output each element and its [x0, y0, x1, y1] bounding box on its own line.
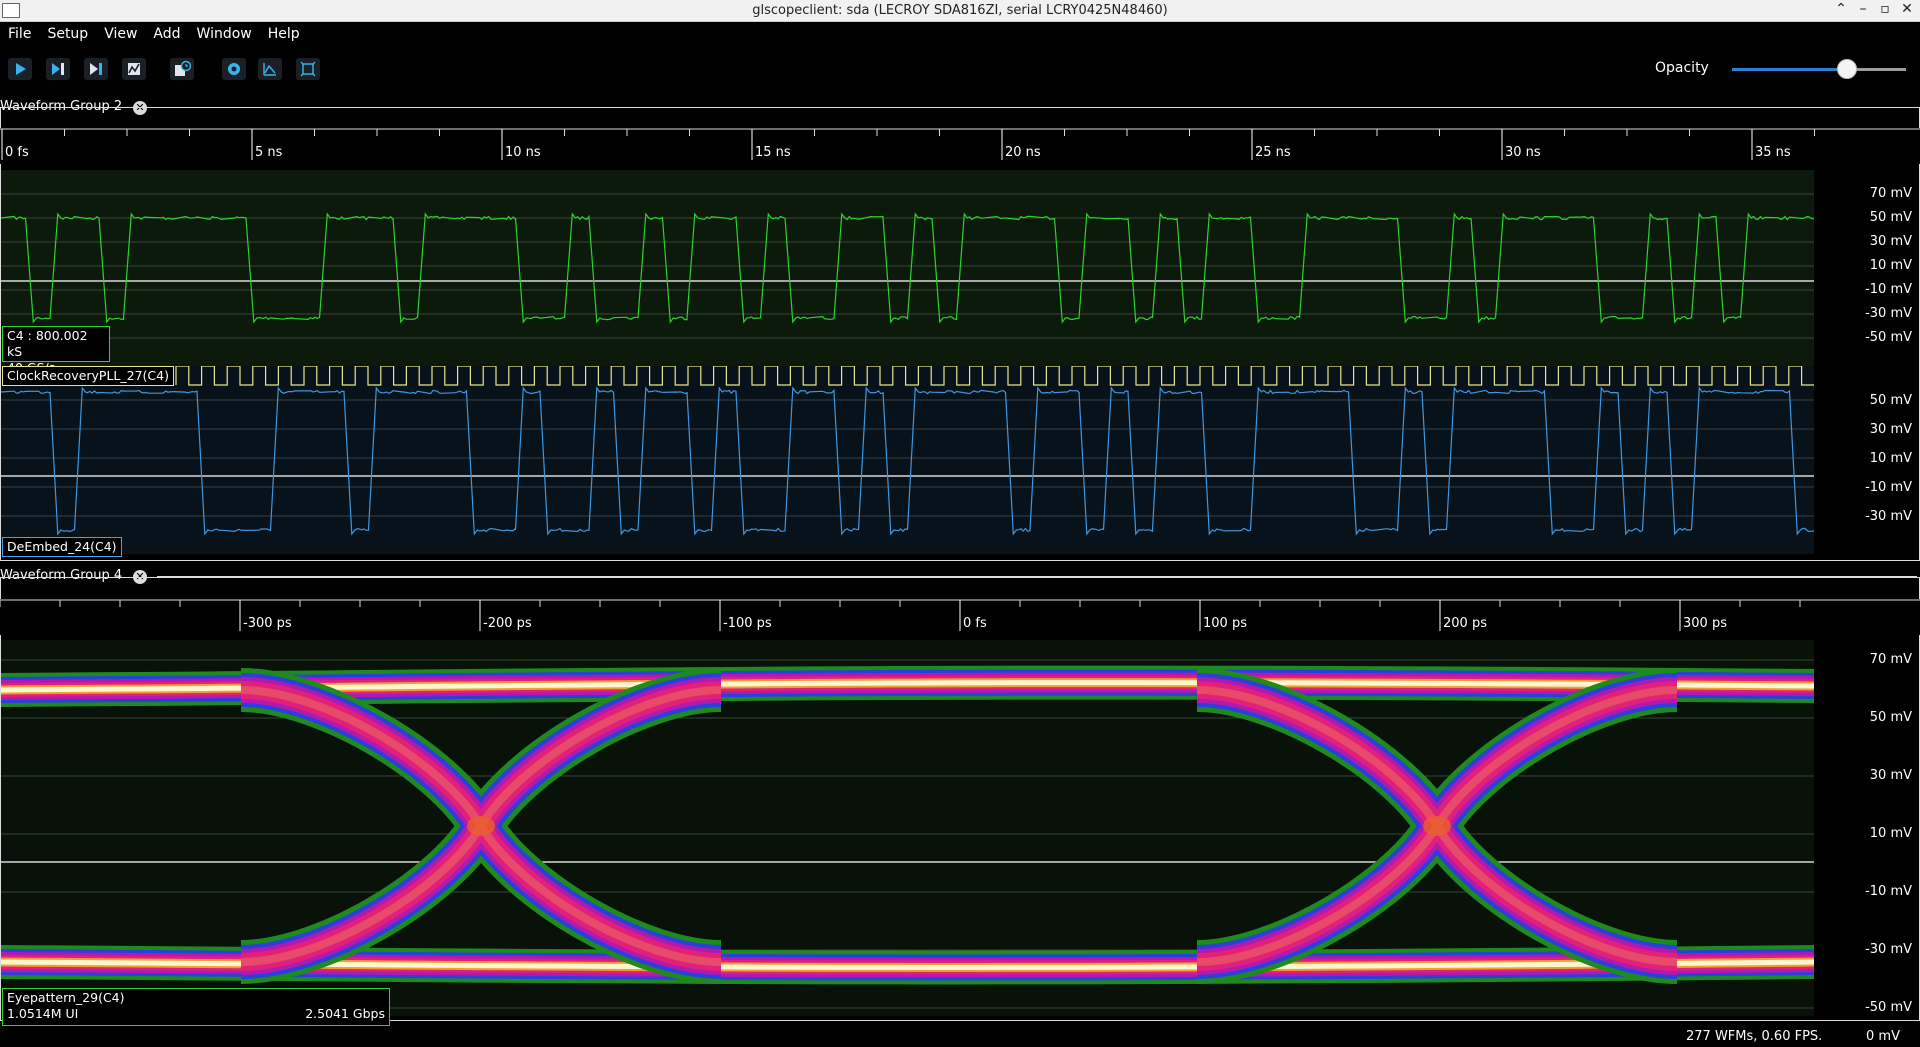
ruler-tick-label: 200 ps — [1443, 616, 1487, 631]
stop-trigger-button[interactable] — [122, 58, 146, 80]
ruler-tick-label: -300 ps — [243, 616, 292, 631]
eye-pattern-plot[interactable] — [1, 640, 1814, 1016]
curve-icon — [263, 63, 276, 76]
fit-zoom-button[interactable] — [296, 58, 320, 80]
eye-ui-count: 1.0514M UI — [7, 1006, 79, 1021]
ruler-tick-label: 25 ns — [1255, 145, 1291, 160]
axis-label: 10 mV — [1869, 258, 1912, 273]
axis-label: 50 mV — [1869, 393, 1912, 408]
c4-channel-label[interactable]: C4 : 800.002 kS 40 GS/s — [2, 326, 110, 375]
axis-label: -10 mV — [1865, 480, 1912, 495]
eye-bit-rate: 2.5041 Gbps — [305, 1006, 385, 1021]
ruler-tick-label: 30 ns — [1505, 145, 1541, 160]
axis-label: 10 mV — [1869, 826, 1912, 841]
axis-label: -10 mV — [1865, 884, 1912, 899]
c4-waveform-plot[interactable] — [1, 170, 1814, 368]
axis-label: 30 mV — [1869, 768, 1912, 783]
fps-status: 277 WFMs, 0.60 FPS. — [1686, 1029, 1823, 1044]
gear-icon — [228, 63, 240, 75]
stop-icon — [128, 63, 140, 75]
ruler-tick-label: 0 fs — [963, 616, 987, 631]
eye-name: Eyepattern_29(C4) — [7, 990, 125, 1005]
close-icon[interactable]: ✕ — [1900, 1, 1914, 17]
deembed-waveform-plot[interactable] — [1, 366, 1814, 554]
menu-add[interactable]: Add — [145, 22, 188, 48]
menu-setup[interactable]: Setup — [39, 22, 96, 48]
axis-label: -30 mV — [1865, 942, 1912, 957]
cursor-voltage: 0 mV — [1866, 1029, 1900, 1044]
opacity-label: Opacity — [1655, 60, 1709, 76]
force-trigger-button[interactable] — [84, 58, 108, 80]
calibration-button[interactable] — [258, 58, 282, 80]
axis-label: -50 mV — [1865, 330, 1912, 345]
ruler-tick-label: 300 ps — [1683, 616, 1727, 631]
ruler-tick-label: 20 ns — [1005, 145, 1041, 160]
deembed-voltage-axis[interactable]: 50 mV 30 mV 10 mV -10 mV -30 mV — [1815, 366, 1920, 554]
axis-label: 30 mV — [1869, 422, 1912, 437]
ruler-tick-label: 5 ns — [255, 145, 283, 160]
ruler-tick-label: 100 ps — [1203, 616, 1247, 631]
eye-voltage-axis[interactable]: 70 mV 50 mV 30 mV 10 mV -10 mV -30 mV -5… — [1815, 640, 1920, 1016]
minimize-icon[interactable]: – — [1856, 1, 1870, 17]
eye-timeline-ruler[interactable]: -300 ps -200 ps -100 ps 0 fs 100 ps 200 ps 300… — [0, 599, 1920, 635]
play-icon — [16, 63, 26, 75]
opacity-slider-thumb[interactable] — [1836, 59, 1857, 79]
axis-label: -10 mV — [1865, 282, 1912, 297]
axis-label: -30 mV — [1865, 509, 1912, 524]
opacity-slider-track[interactable] — [1732, 68, 1906, 71]
history-icon — [175, 60, 191, 76]
window-title: glscopeclient: sda (LECROY SDA816ZI, ser… — [752, 3, 1168, 18]
force-icon — [90, 63, 102, 75]
ruler-tick-label: 0 fs — [5, 145, 29, 160]
toolbar — [0, 48, 1920, 90]
axis-label: -30 mV — [1865, 306, 1912, 321]
ruler-tick-label: 10 ns — [505, 145, 541, 160]
step-icon — [52, 63, 64, 75]
single-trigger-button[interactable] — [46, 58, 70, 80]
axis-label: 50 mV — [1869, 210, 1912, 225]
fit-icon — [300, 61, 316, 77]
eye-crossing — [467, 816, 495, 836]
ruler-tick-label: -200 ps — [483, 616, 532, 631]
window-controls: ⌃ – ▫ ✕ — [1834, 1, 1914, 17]
start-trigger-button[interactable] — [8, 58, 32, 80]
axis-label: 70 mV — [1869, 186, 1912, 201]
menu-view[interactable]: View — [96, 22, 145, 48]
eye-crossing — [1423, 816, 1451, 836]
menu-help[interactable]: Help — [260, 22, 308, 48]
axis-label: 70 mV — [1869, 652, 1912, 667]
c4-sample-count: C4 : 800.002 kS — [7, 328, 88, 359]
axis-label: 30 mV — [1869, 234, 1912, 249]
eye-pattern-label[interactable]: Eyepattern_29(C4) 1.0514M UI 2.5041 Gbps — [2, 988, 390, 1026]
ruler-tick-label: -100 ps — [723, 616, 772, 631]
axis-label: 10 mV — [1869, 451, 1912, 466]
axis-label: -50 mV — [1865, 1000, 1912, 1015]
menu-file[interactable]: File — [0, 22, 39, 48]
menu-window[interactable]: Window — [189, 22, 260, 48]
collapse-icon[interactable]: ⌃ — [1834, 1, 1848, 17]
c4-voltage-axis[interactable]: 70 mV 50 mV 30 mV 10 mV -10 mV -30 mV -5… — [1815, 170, 1920, 368]
timeline-ruler[interactable]: 0 fs 5 ns 10 ns 15 ns 20 ns 25 ns 30 ns 35 ns — [0, 128, 1920, 164]
status-bar: 277 WFMs, 0.60 FPS. 0 mV — [0, 1027, 1920, 1047]
maximize-icon[interactable]: ▫ — [1878, 1, 1892, 17]
axis-label: 50 mV — [1869, 710, 1912, 725]
ruler-tick-label: 35 ns — [1755, 145, 1791, 160]
window-titlebar: glscopeclient: sda (LECROY SDA816ZI, ser… — [0, 0, 1920, 22]
deembed-label[interactable]: DeEmbed_24(C4) — [2, 537, 122, 557]
settings-button[interactable] — [222, 58, 246, 80]
history-button[interactable] — [170, 58, 194, 80]
clock-recovery-label[interactable]: ClockRecoveryPLL_27(C4) — [2, 366, 174, 386]
menu-bar: File Setup View Add Window Help — [0, 22, 1920, 48]
ruler-tick-label: 15 ns — [755, 145, 791, 160]
